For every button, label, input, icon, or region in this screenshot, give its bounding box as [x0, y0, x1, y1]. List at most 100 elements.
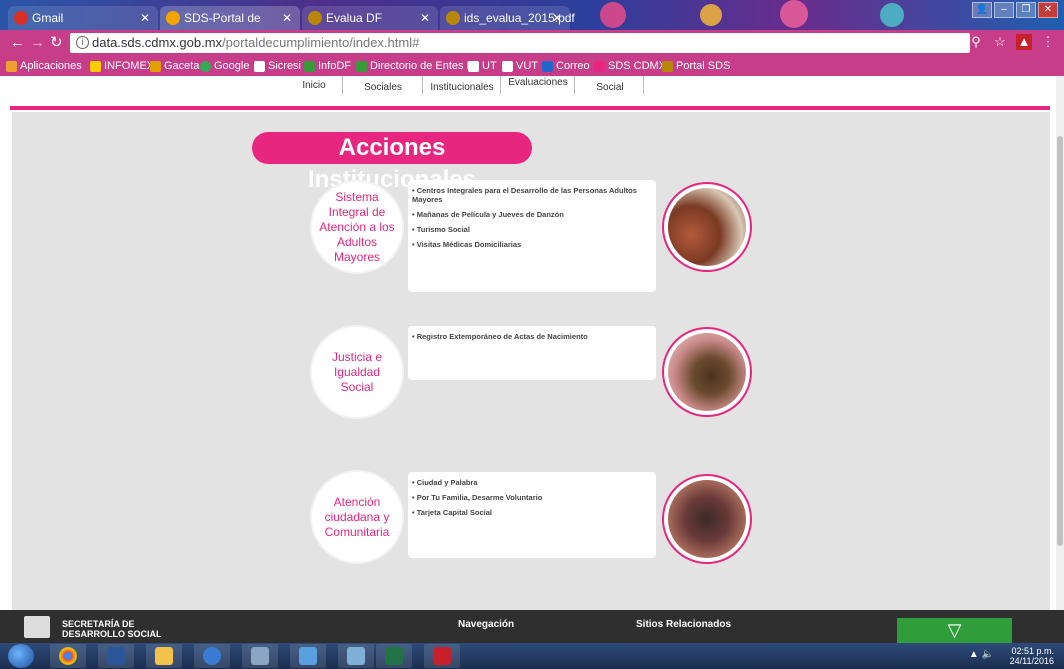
elderly-care-photo: [668, 188, 746, 266]
site-footer: SECRETARÍA DE DESARROLLO SOCIAL Navegaci…: [0, 610, 1064, 643]
globe-icon: [203, 647, 221, 665]
bookmark-vut[interactable]: VUT: [502, 58, 538, 74]
close-icon[interactable]: ✕: [420, 6, 430, 30]
tab-evalua-df[interactable]: Evalua DF ✕: [302, 6, 438, 30]
tab-sds-portal[interactable]: SDS-Portal de Cumplimi ✕: [160, 6, 300, 49]
section-title-atencion-ciudadana[interactable]: Atención ciudadana y Comunitaria: [312, 472, 402, 562]
info-icon[interactable]: i: [76, 36, 89, 49]
list-item[interactable]: • Ciudad y Palabra: [412, 478, 652, 487]
chrome-taskbar-icon[interactable]: [50, 644, 86, 668]
nav-divider: [342, 76, 343, 94]
section-card-atencion-ciudadana: • Ciudad y Palabra • Por Tu Familia, Des…: [408, 472, 656, 558]
back-icon[interactable]: ←: [10, 34, 25, 52]
bookmark-ut[interactable]: UT: [468, 58, 497, 74]
bookmark-infomex[interactable]: INFOMEX: [90, 58, 154, 74]
scrollbar-thumb[interactable]: [1057, 136, 1063, 546]
explorer-taskbar-icon[interactable]: [146, 644, 182, 668]
cdmx-logo: [24, 616, 50, 638]
bookmark-infodf[interactable]: InfoDF: [304, 58, 351, 74]
apps-icon: [6, 61, 17, 72]
bookmark-gaceta[interactable]: Gaceta: [150, 58, 199, 74]
nav-programas-sociales[interactable]: Sociales: [350, 82, 416, 93]
bookmark-sicresi[interactable]: Sicresi: [254, 58, 301, 74]
community-photo: [668, 480, 746, 558]
close-icon[interactable]: ✕: [552, 6, 562, 30]
folder-icon: [155, 647, 173, 665]
page-icon: [468, 61, 479, 72]
up-arrow-icon[interactable]: ▲: [969, 649, 979, 660]
app-taskbar-icon[interactable]: [290, 644, 326, 668]
nav-label: Inicio: [302, 80, 326, 91]
list-item[interactable]: • Turismo Social: [412, 225, 652, 234]
system-clock[interactable]: 02:51 p.m. 24/11/2016: [1010, 646, 1054, 666]
restore-icon[interactable]: ❐: [1016, 2, 1036, 18]
nav-label: Institucionales: [430, 82, 494, 93]
list-item[interactable]: • Centros Integrales para el Desarrollo …: [412, 186, 652, 204]
bookmark-aplicaciones[interactable]: Aplicaciones: [6, 58, 82, 74]
acrobat-taskbar-icon[interactable]: [424, 644, 460, 668]
bookmark-icon: [356, 61, 367, 72]
calculator-taskbar-icon[interactable]: [242, 644, 278, 668]
scroll-down-button[interactable]: ▽: [897, 618, 1012, 643]
list-item[interactable]: • Registro Extemporáneo de Actas de Naci…: [412, 332, 652, 341]
app-icon: [299, 647, 317, 665]
start-button[interactable]: [8, 644, 34, 668]
header-divider: [10, 106, 1050, 110]
decorative-flower: [880, 3, 904, 27]
list-item[interactable]: • Mañanas de Película y Jueves de Danzón: [412, 210, 652, 219]
volume-icon[interactable]: 🔈: [982, 649, 994, 660]
nav-inicio[interactable]: Inicio: [294, 80, 334, 91]
pdf-extension-icon[interactable]: ▲: [1016, 34, 1032, 50]
close-window-icon[interactable]: ✕: [1038, 2, 1058, 18]
close-icon[interactable]: ✕: [140, 6, 150, 30]
web-page: Inicio Sociales Institucionales Evaluaci…: [0, 76, 1064, 610]
list-item[interactable]: • Tarjeta Capital Social: [412, 508, 652, 517]
reload-icon[interactable]: ↻: [50, 34, 63, 52]
minimize-icon[interactable]: –: [994, 2, 1014, 18]
bookmark-icon: [502, 61, 513, 72]
browser-taskbar-icon[interactable]: [194, 644, 230, 668]
menu-icon[interactable]: ⋮: [1040, 34, 1056, 50]
bookmark-label: VUT: [516, 60, 538, 72]
tab-pdf[interactable]: ids_evalua_2015.pdf ✕: [440, 6, 575, 30]
bookmark-directorio[interactable]: Directorio de Entes P: [356, 58, 474, 74]
footer-org-name: SECRETARÍA DE DESARROLLO SOCIAL: [62, 619, 162, 639]
bookmark-sds-cdmx[interactable]: SDS CDMX: [594, 58, 666, 74]
bookmark-star-icon[interactable]: ☆: [992, 34, 1008, 50]
url-path: /portaldecumplimiento/index.html#: [222, 35, 420, 50]
nav-comunicacion-social[interactable]: Social: [580, 82, 640, 93]
zoom-icon[interactable]: ⚲: [968, 34, 984, 50]
footer-sitios-relacionados[interactable]: Sitios Relacionados: [636, 619, 731, 630]
bookmark-correo[interactable]: Correo: [542, 58, 590, 74]
url-input[interactable]: i data.sds.cdmx.gob.mx/portaldecumplimie…: [70, 33, 970, 53]
nav-acciones-institucionales[interactable]: Institucionales: [428, 82, 496, 93]
excel-taskbar-icon[interactable]: [376, 644, 412, 668]
bookmarks-bar: Aplicaciones INFOMEX Gaceta Google Sicre…: [0, 56, 1064, 76]
bookmark-label: Sicresi: [268, 60, 302, 72]
bookmark-icon: [594, 61, 605, 72]
tab-gmail[interactable]: Gmail ✕: [8, 6, 158, 30]
nav-evaluaciones[interactable]: Evaluaciones: [506, 77, 570, 88]
bookmark-google[interactable]: Google: [200, 58, 249, 74]
decorative-flower: [600, 2, 626, 28]
word-taskbar-icon[interactable]: [98, 644, 134, 668]
star-icon: [166, 11, 180, 25]
footer-navegacion[interactable]: Navegación: [458, 619, 514, 630]
list-item[interactable]: • Visitas Médicas Domiciliarias: [412, 240, 652, 249]
bookmark-icon: [90, 61, 101, 72]
close-icon[interactable]: ✕: [282, 6, 292, 30]
user-icon[interactable]: 👤: [972, 2, 992, 18]
evalua-icon: [446, 11, 460, 25]
evalua-icon: [308, 11, 322, 25]
google-icon: [200, 61, 211, 72]
forward-icon[interactable]: →: [30, 34, 45, 52]
bookmark-portal-sds[interactable]: Portal SDS: [662, 58, 730, 74]
section-title-adultos-mayores[interactable]: Sistema Integral de Atención a los Adult…: [312, 182, 402, 272]
bookmark-label: InfoDF: [318, 60, 352, 72]
page-scrollbar[interactable]: [1056, 76, 1064, 610]
list-item[interactable]: • Por Tu Familia, Desarme Voluntario: [412, 493, 652, 502]
chrome-icon: [59, 647, 77, 665]
network-taskbar-icon[interactable]: [338, 644, 374, 668]
section-title-justicia[interactable]: Justicia e Igualdad Social: [312, 327, 402, 417]
main-content: Acciones Institucionales Sistema Integra…: [12, 112, 1050, 610]
